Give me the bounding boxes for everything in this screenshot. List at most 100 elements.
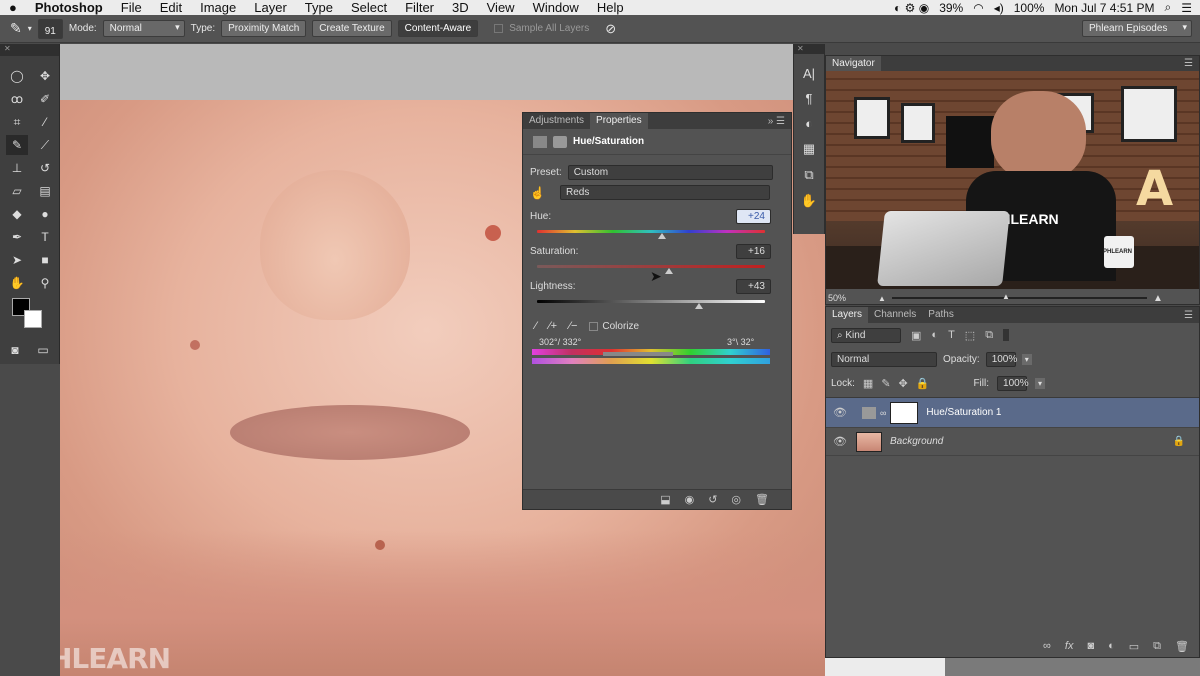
visibility-eye-icon[interactable]: 👁 [826, 406, 854, 419]
fill-value[interactable]: 100% [997, 375, 1029, 391]
search-icon[interactable]: ⌕ [1165, 0, 1172, 15]
list-icon[interactable]: ☰ [1181, 1, 1192, 15]
layer-row[interactable]: 👁 ∞ Hue/Saturation 1 [826, 398, 1199, 428]
filter-toggle[interactable] [1003, 329, 1010, 341]
eyedropper-tool-icon[interactable]: ⁄ [34, 112, 56, 132]
pressure-icon[interactable]: ⊘ [605, 21, 616, 37]
eyedropper-icon[interactable]: ⁄ [535, 320, 537, 332]
tool-preset-dropdown[interactable]: ▾ [28, 24, 32, 33]
color-range-slider[interactable] [603, 352, 673, 356]
menu-3d[interactable]: 3D [443, 0, 478, 15]
reset-icon[interactable]: ↺ [708, 493, 717, 506]
sample-all-checkbox[interactable] [494, 24, 504, 33]
tab-navigator[interactable]: Navigator [826, 55, 881, 72]
workspace-select[interactable]: Phlearn Episodes [1082, 20, 1192, 37]
tab-layers[interactable]: Layers [826, 307, 869, 323]
screen-mode-icon[interactable]: ▭ [32, 340, 54, 360]
menu-image[interactable]: Image [191, 0, 245, 15]
menu-file[interactable]: File [112, 0, 151, 15]
delete-icon[interactable]: 🗑 [755, 493, 769, 506]
apple-menu-icon[interactable]: ● [0, 0, 26, 15]
navigator-thumbnail[interactable]: A PHLEARN PHLEARN [826, 71, 1199, 289]
fx-icon[interactable]: fx [1065, 640, 1074, 652]
tab-channels[interactable]: Channels [868, 307, 922, 323]
hue-slider-thumb[interactable] [658, 233, 667, 239]
delete-layer-icon[interactable]: 🗑 [1175, 640, 1189, 653]
menu-layer[interactable]: Layer [245, 0, 296, 15]
layer-thumbnail[interactable] [856, 431, 882, 452]
visibility-icon[interactable]: ◎ [731, 493, 741, 506]
hue-value[interactable]: +24 [736, 209, 771, 224]
mask-icon[interactable] [553, 135, 567, 148]
menu-window[interactable]: Window [524, 0, 588, 15]
lock-all-icon[interactable]: 🔒 [916, 377, 930, 390]
link-icon[interactable]: ∞ [880, 408, 886, 418]
new-adjustment-icon[interactable]: ◐ [1108, 640, 1115, 652]
wifi-icon[interactable]: ◠ [973, 1, 983, 15]
menu-type[interactable]: Type [296, 0, 342, 15]
menu-photoshop[interactable]: Photoshop [26, 0, 112, 15]
layer-name[interactable]: Hue/Saturation 1 [926, 407, 1001, 418]
lasso-tool-icon[interactable]: ꝏ [6, 89, 28, 109]
panel-menu-icon[interactable]: ☰ [1184, 310, 1199, 321]
new-group-icon[interactable]: ▭ [1129, 640, 1139, 653]
blur-tool-icon[interactable]: ◆ [6, 204, 28, 224]
lock-transparent-icon[interactable]: ▦ [863, 377, 873, 390]
stamp-tool-icon[interactable]: ⊥ [6, 158, 28, 178]
status-icons[interactable]: ◐ ⚙ ◉ [894, 1, 929, 15]
new-layer-icon[interactable]: ⧉ [1153, 640, 1161, 653]
character-panel-icon[interactable]: A| [803, 66, 815, 81]
tab-adjustments[interactable]: Adjustments [523, 113, 590, 129]
saturation-slider-thumb[interactable] [665, 268, 674, 274]
preset-select[interactable]: Custom [567, 165, 773, 180]
menu-select[interactable]: Select [342, 0, 396, 15]
content-aware-button[interactable]: Content-Aware [397, 20, 479, 37]
visibility-eye-icon[interactable]: 👁 [826, 435, 854, 448]
zoom-value[interactable]: 50% [828, 293, 846, 303]
properties-panel-icon[interactable]: ▦ [803, 141, 815, 157]
history-brush-icon[interactable]: ↺ [34, 158, 56, 178]
fill-dropdown[interactable]: ▾ [1035, 377, 1046, 389]
filter-type-icon[interactable]: T [948, 329, 955, 341]
blend-mode-select[interactable]: Normal [831, 351, 937, 367]
zoom-out-icon[interactable]: ▲ [878, 294, 886, 303]
hue-slider-track[interactable] [537, 230, 765, 233]
filter-smart-icon[interactable]: ⧉ [985, 329, 993, 342]
menu-help[interactable]: Help [588, 0, 633, 15]
layer-mask-thumbnail[interactable] [890, 401, 919, 424]
spot-healing-brush-icon[interactable]: ✎ [10, 20, 22, 37]
clock[interactable]: Mon Jul 7 4:51 PM [1054, 1, 1154, 15]
tools-header[interactable]: ✕ [0, 44, 59, 56]
background-color[interactable] [24, 310, 42, 328]
brush-tool-icon[interactable]: ⟋ [34, 135, 56, 155]
saturation-value[interactable]: +16 [736, 244, 771, 259]
hand-tool-icon[interactable]: ✋ [6, 273, 28, 293]
filter-kind-select[interactable]: ⌕ Kind [831, 327, 901, 343]
link-layers-icon[interactable]: ∞ [1043, 640, 1051, 652]
clip-to-layer-icon[interactable]: ⬓ [660, 493, 670, 506]
lock-pixels-icon[interactable]: ✎ [881, 377, 890, 390]
mode-select[interactable]: Normal [102, 20, 185, 37]
view-previous-icon[interactable]: ◉ [685, 493, 695, 506]
menu-view[interactable]: View [478, 0, 524, 15]
eyedropper-add-icon[interactable]: ⁄+ [549, 320, 557, 332]
layer-name[interactable]: Background [890, 436, 943, 447]
filter-pixel-icon[interactable]: ▣ [911, 329, 921, 342]
lightness-value[interactable]: +43 [736, 279, 771, 294]
lightness-slider-track[interactable] [537, 300, 765, 303]
gradient-tool-icon[interactable]: ▤ [34, 181, 56, 201]
shape-tool-icon[interactable]: ■ [34, 250, 56, 270]
proximity-match-button[interactable]: Proximity Match [221, 20, 307, 37]
create-texture-button[interactable]: Create Texture [312, 20, 392, 37]
battery-full[interactable]: 100% [1014, 1, 1045, 15]
panel-menu-icon[interactable]: ☰ [1184, 58, 1199, 69]
menu-edit[interactable]: Edit [151, 0, 191, 15]
healing-tool-icon[interactable]: ✎ [6, 135, 28, 155]
pen-tool-icon[interactable]: ✒ [6, 227, 28, 247]
tab-properties[interactable]: Properties [590, 113, 648, 129]
lightness-slider-thumb[interactable] [694, 303, 703, 309]
type-tool-icon[interactable]: T [34, 227, 56, 247]
tab-paths[interactable]: Paths [922, 307, 960, 323]
brush-presets-icon[interactable]: ✋ [801, 193, 817, 209]
crop-tool-icon[interactable]: ⌗ [6, 112, 28, 132]
